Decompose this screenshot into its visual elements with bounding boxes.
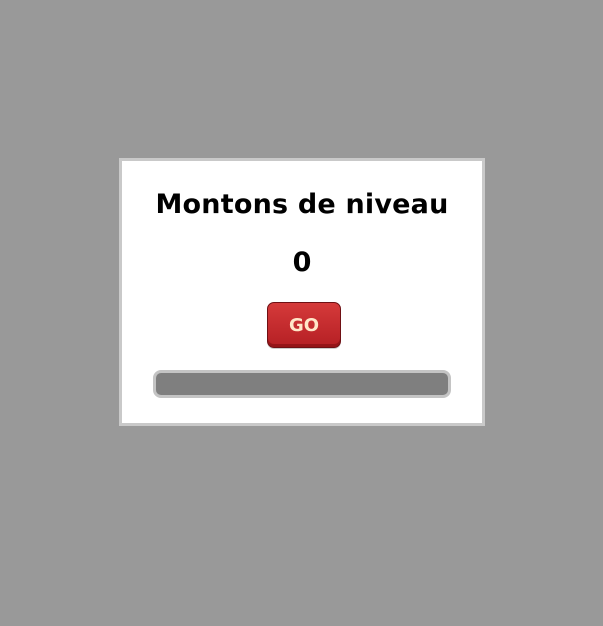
level-counter: 0 — [292, 247, 312, 278]
progress-bar — [153, 370, 451, 398]
go-button[interactable]: GO — [267, 302, 341, 348]
panel-title: Montons de niveau — [155, 189, 449, 220]
level-up-panel: Montons de niveau 0 GO — [119, 158, 485, 426]
